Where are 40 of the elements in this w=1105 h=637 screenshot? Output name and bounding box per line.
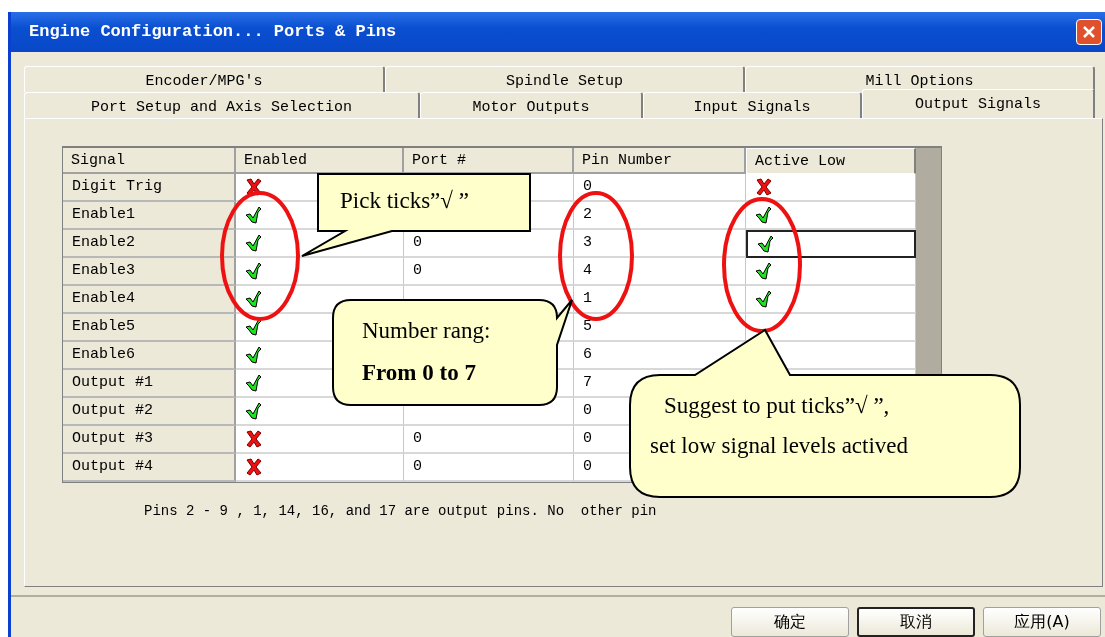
tooltip-text: From 0 to 7 [362,360,476,386]
dialog-button[interactable]: 取消 [857,607,975,637]
row-header[interactable]: Enable4 [63,285,236,314]
tab[interactable]: Motor Outputs [420,91,643,118]
row-header[interactable]: Output #3 [63,425,236,454]
column-header[interactable]: Active Low [746,147,916,174]
row-header[interactable]: Output #1 [63,369,236,398]
tab[interactable]: Spindle Setup [385,65,745,92]
note-text: Pins 2 - 9 , 1, 14, 16, and 17 are output pins. No other pin [144,502,658,519]
dialog-button[interactable]: 应用(A) [983,607,1101,637]
tooltip-text: set low signal levels actived [650,433,909,459]
row-header[interactable]: Digit Trig [63,173,236,202]
dialog-button[interactable]: 确定 [731,607,849,637]
column-header[interactable]: Port # [404,147,574,174]
row-header[interactable]: Enable3 [63,257,236,286]
row-header[interactable]: Enable2 [63,229,236,258]
row-header[interactable]: Enable5 [63,313,236,342]
column-header[interactable]: Enabled [236,147,404,174]
column-header[interactable]: Pin Number [574,147,746,174]
close-button[interactable] [1076,18,1102,45]
tab[interactable]: Port Setup and Axis Selection [24,91,420,118]
table-cell[interactable]: 0 [574,173,746,202]
tooltip-text: Pick ticks”√ ” [340,188,469,214]
row-header[interactable]: Enable6 [63,341,236,370]
row-header[interactable]: Output #4 [63,453,236,482]
row-header[interactable]: Output #2 [63,397,236,426]
close-icon [1081,23,1097,40]
window-title: Engine Configuration... Ports & Pins [29,22,397,42]
tab[interactable]: Mill Options [745,65,1095,92]
column-header[interactable]: Signal [63,147,236,174]
table-cell[interactable] [746,229,916,258]
table-cell[interactable]: 0 [404,257,574,286]
tooltip-text: Number rang: [362,318,491,344]
tooltip-text: Suggest to put ticks”√ ”, [664,393,890,419]
tab[interactable]: Output Signals [862,88,1095,118]
tab[interactable]: Encoder/MPG's [24,65,385,92]
table-cell[interactable]: 0 [404,453,574,482]
tab[interactable]: Input Signals [643,91,862,118]
table-cell[interactable]: 0 [404,425,574,454]
row-header[interactable]: Enable1 [63,201,236,230]
